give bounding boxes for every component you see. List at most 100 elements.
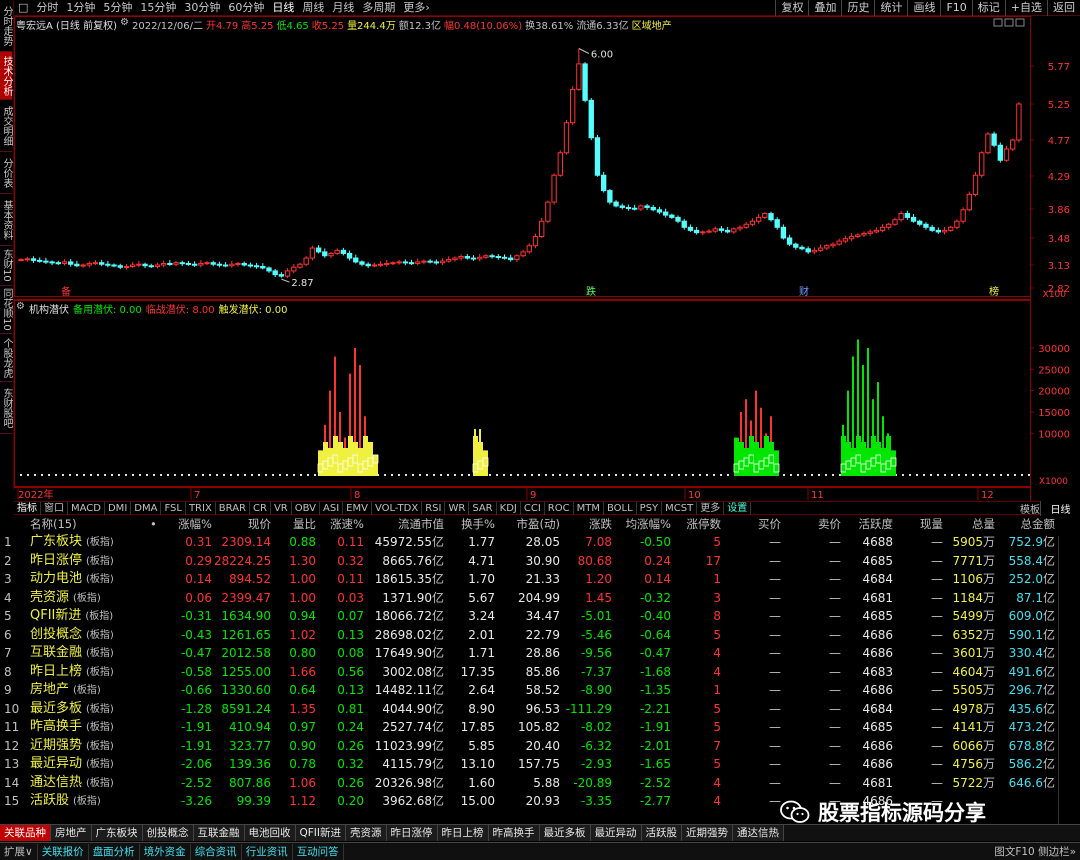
table-row[interactable]: 5 QFII新进 (板指) -0.31 1634.90 0.94 0.07 18066.72亿… [0,607,1080,626]
toolbar-button-2[interactable]: 历史 [841,0,874,16]
left-tab-8[interactable]: 东财股吧 [0,382,12,434]
left-tab-1[interactable]: 技术分析 [0,52,12,100]
indicator-tab-1[interactable]: 窗口 [41,501,68,515]
period-tab-6[interactable]: 日线 [268,0,298,16]
header-mj[interactable]: 买价 [723,516,781,533]
row-name[interactable]: 通达信热 (板指) [30,774,160,794]
row-name[interactable]: 壳资源 (板指) [30,589,160,609]
indicator-tab-7[interactable]: BRAR [216,501,250,515]
status-right[interactable]: 图文F10 侧边栏» [994,844,1076,859]
bottom-tab-4[interactable]: 互联金融 [193,825,245,841]
toolbar-button-6[interactable]: 标记 [971,0,1005,16]
table-scrollbar[interactable] [1058,536,1080,826]
row-name[interactable]: 创投概念 (板指) [30,626,160,646]
status-item-3[interactable]: 境外资金 [140,843,191,860]
indicator-tab-25[interactable]: 设置 [724,501,752,515]
bottom-tab-7[interactable]: 壳资源 [346,825,387,841]
template-button[interactable]: 模板 [1020,501,1040,516]
table-row[interactable]: 12 近期强势 (板指) -1.91 323.77 0.90 0.26 11023.99亿 5.… [0,737,1080,756]
table-row[interactable]: 4 壳资源 (板指) 0.06 2399.47 1.00 0.03 1371.90亿 5.67 2… [0,589,1080,608]
row-name[interactable]: QFII新进 (板指) [30,607,160,627]
indicator-tab-22[interactable]: PSY [637,501,663,515]
indicator-tab-0[interactable]: 指标 [14,501,41,515]
row-name[interactable]: 昨高换手 (板指) [30,718,160,738]
toolbar-button-1[interactable]: 叠加 [808,0,841,16]
bottom-tab-11[interactable]: 最近多板 [539,825,591,841]
header-hyd[interactable]: 活跃度 [843,516,894,533]
header-zf[interactable]: 涨幅% [162,516,212,533]
bottom-tab-10[interactable]: 昨高换手 [488,825,540,841]
header-zd[interactable]: 涨跌 [562,516,612,533]
indicator-tab-9[interactable]: VR [271,501,292,515]
period-tab-2[interactable]: 5分钟 [99,0,136,16]
indicator-tab-10[interactable]: OBV [292,501,320,515]
bottom-tab-1[interactable]: 房地产 [51,825,92,841]
header-zje[interactable]: 总金额 [997,516,1056,533]
left-tab-2[interactable]: 成交明细 [0,100,12,152]
left-tab-7[interactable]: 个股龙虎 [0,334,12,382]
left-tab-4[interactable]: 基本资料 [0,194,12,246]
bottom-tab-3[interactable]: 创投概念 [142,825,194,841]
header-syl[interactable]: 市盈(动) [497,516,560,533]
indicator-tab-17[interactable]: KDJ [497,501,521,515]
row-name[interactable]: 最近异动 (板指) [30,755,160,775]
header-ltsz[interactable]: 流通市值 [366,516,444,533]
indicator-tab-4[interactable]: DMA [131,501,162,515]
period-tab-1[interactable]: 1分钟 [62,0,99,16]
row-name[interactable]: 活跃股 (板指) [30,792,160,812]
indicator-tab-8[interactable]: CR [250,501,271,515]
toolbar-button-3[interactable]: 统计 [874,0,907,16]
bottom-tab-5[interactable]: 电池回收 [244,825,296,841]
status-item-5[interactable]: 行业资讯 [242,843,293,860]
indicator-tab-5[interactable]: FSL [161,501,186,515]
table-row[interactable]: 10 最近多板 (板指) -1.28 8591.24 1.35 0.81 4044.90亿 8.… [0,700,1080,719]
toolbar-button-8[interactable]: 返回 [1047,0,1080,16]
bottom-tab-2[interactable]: 广东板块 [91,825,143,841]
header-zs[interactable]: 涨速% [318,516,364,533]
settings-icon[interactable]: ⚙ [16,301,25,314]
table-row[interactable]: 2 昨日涨停 (板指) 0.29 28224.25 1.30 0.32 8665.76亿 4.7… [0,552,1080,571]
table-row[interactable]: 3 动力电池 (板指) 0.14 894.52 1.00 0.11 18615.35亿 1.70… [0,570,1080,589]
row-name[interactable]: 房地产 (板指) [30,681,160,701]
status-item-2[interactable]: 盘面分析 [89,843,140,860]
table-row[interactable]: 7 互联金融 (板指) -0.47 2012.58 0.80 0.08 17649.90亿 1.… [0,644,1080,663]
left-tab-6[interactable]: 同花顺10 [0,286,12,334]
status-item-1[interactable]: 关联报价 [38,843,89,860]
indicator-tab-16[interactable]: SAR [469,501,497,515]
left-tab-0[interactable]: 分时走势 [0,0,12,52]
status-item-6[interactable]: 互动问答 [293,843,344,860]
period-tab-0[interactable]: 分时 [32,0,62,16]
row-name[interactable]: 互联金融 (板指) [30,644,160,664]
period-tab-4[interactable]: 30分钟 [180,0,224,16]
period-tab-9[interactable]: 多周期 [358,0,399,16]
header-xl[interactable]: 现量 [895,516,943,533]
header-hs[interactable]: 换手% [446,516,495,533]
indicator-name[interactable]: 机构潜伏 [29,301,69,316]
period-label[interactable]: 日线 [1040,500,1080,516]
period-tab-3[interactable]: 15分钟 [136,0,180,16]
indicator-tab-6[interactable]: TRIX [186,501,216,515]
indicator-tab-13[interactable]: VOL-TDX [372,501,423,515]
period-tab-7[interactable]: 周线 [298,0,328,16]
indicator-tab-3[interactable]: DMI [105,501,132,515]
row-name[interactable]: 昨日涨停 (板指) [30,552,160,572]
indicator-tab-15[interactable]: WR [445,501,470,515]
bottom-tab-9[interactable]: 昨日上榜 [437,825,489,841]
indicator-tab-23[interactable]: MCST [662,501,698,515]
checkbox-icon[interactable]: □ [14,0,32,16]
header-mcj[interactable]: 卖价 [783,516,841,533]
row-name[interactable]: 广东板块 (板指) [30,533,160,553]
toolbar-button-7[interactable]: +自选 [1004,0,1047,16]
bottom-tab-0[interactable]: 关联品种 [0,825,51,841]
table-row[interactable]: 11 昨高换手 (板指) -1.91 410.94 0.97 0.24 2527.74亿 17.… [0,718,1080,737]
indicator-tab-20[interactable]: MTM [574,501,604,515]
period-tab-5[interactable]: 60分钟 [224,0,268,16]
header-zl[interactable]: 总量 [945,516,995,533]
header-name[interactable]: 名称(15) [30,516,160,533]
period-tab-8[interactable]: 月线 [328,0,358,16]
row-name[interactable]: 最近多板 (板指) [30,700,160,720]
header-jzf[interactable]: 均涨幅% [614,516,671,533]
indicator-tab-19[interactable]: ROC [545,501,574,515]
left-tab-5[interactable]: 东财10 [0,246,12,286]
table-row[interactable]: 14 通达信热 (板指) -2.52 807.86 1.06 0.26 20326.98亿 1.… [0,774,1080,793]
